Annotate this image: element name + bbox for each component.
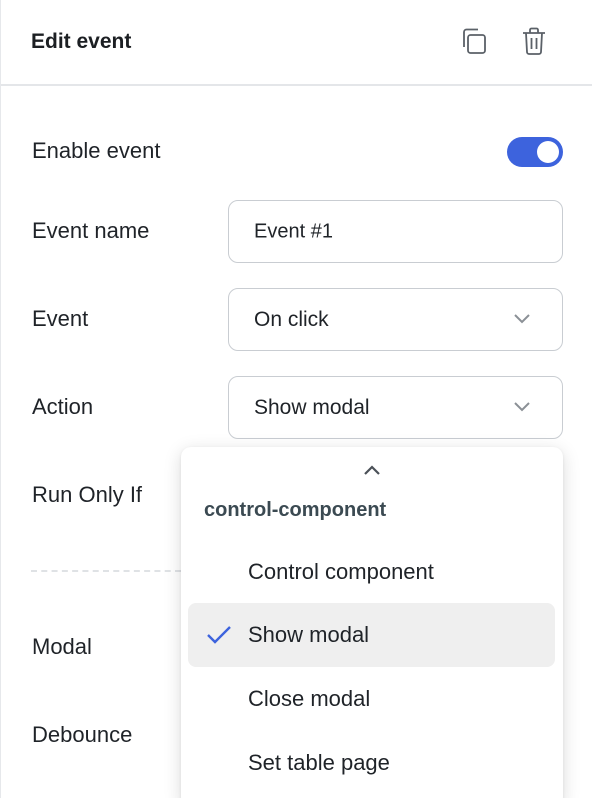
- dropdown-item-control-component[interactable]: Control component: [188, 540, 555, 604]
- dropdown-item-label: Close modal: [248, 686, 371, 711]
- panel-header: Edit event: [1, 0, 592, 86]
- dropdown-item-label: Set table page: [248, 750, 390, 775]
- copy-icon: [458, 25, 490, 62]
- section-divider: [31, 570, 181, 572]
- dropdown-item-label: Show modal: [248, 622, 370, 647]
- chevron-down-icon: [512, 399, 532, 418]
- dropdown-item-close-modal[interactable]: Close modal: [188, 667, 555, 731]
- modal-label: Modal: [32, 634, 92, 659]
- toggle-knob: [537, 141, 559, 163]
- chevron-up-icon: [362, 464, 382, 481]
- panel-title: Edit event: [31, 30, 132, 53]
- dropdown-item-set-table-page[interactable]: Set table page: [188, 731, 555, 795]
- dropdown-item-label: Control component: [248, 559, 434, 584]
- action-select-value: Show modal: [254, 395, 370, 419]
- trash-icon: [519, 25, 549, 62]
- chevron-down-icon: [512, 311, 532, 330]
- dropdown-group-label: control-component: [204, 499, 387, 521]
- debounce-label: Debounce: [32, 722, 133, 747]
- duplicate-event-button[interactable]: [457, 26, 491, 60]
- delete-event-button[interactable]: [517, 26, 551, 60]
- event-select-value: On click: [254, 307, 329, 331]
- action-label: Action: [32, 394, 94, 419]
- edit-event-panel: Edit event Enable event Event name Event…: [0, 0, 592, 798]
- event-name-input[interactable]: Event #1: [228, 200, 563, 263]
- event-name-value: Event #1: [254, 220, 333, 242]
- enable-event-toggle[interactable]: [507, 137, 563, 167]
- action-dropdown-menu: control-component Control component Show…: [181, 447, 563, 798]
- action-select[interactable]: Show modal: [228, 376, 563, 439]
- checkmark-icon: [206, 625, 232, 650]
- event-select[interactable]: On click: [228, 288, 563, 351]
- enable-event-label: Enable event: [32, 138, 161, 163]
- scroll-up-button[interactable]: [362, 463, 382, 477]
- run-only-if-label: Run Only If: [32, 482, 143, 507]
- dropdown-item-show-modal[interactable]: Show modal: [188, 603, 555, 667]
- event-name-label: Event name: [32, 218, 150, 243]
- event-label: Event: [32, 306, 89, 331]
